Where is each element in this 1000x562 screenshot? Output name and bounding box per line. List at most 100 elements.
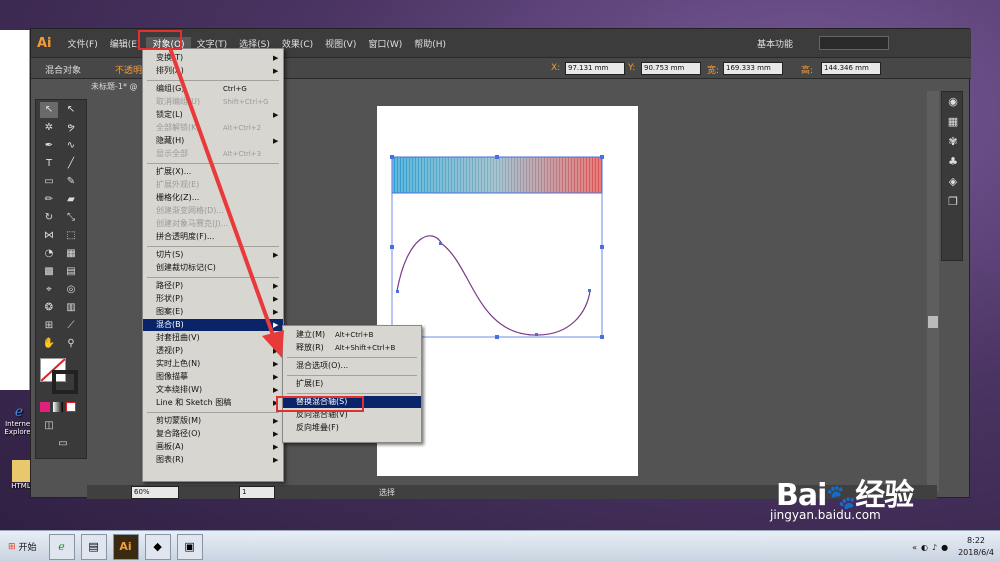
eyedropper-tool-icon[interactable]: ⌖ (40, 282, 58, 298)
spine-path[interactable] (396, 235, 591, 336)
swatches-panel-icon[interactable]: ▦ (942, 112, 964, 132)
scale-tool-icon[interactable]: ⤡ (62, 210, 80, 226)
submenu-arrow-icon: ▶ (273, 386, 279, 394)
screen-mode-icon[interactable]: ▭ (54, 436, 72, 452)
curvature-tool-icon[interactable]: ∿ (62, 138, 80, 154)
menu-item[interactable]: 扩展(E) (283, 378, 421, 390)
menu-view[interactable]: 视图(V) (319, 37, 362, 50)
menu-item[interactable]: 建立(M) Alt+Ctrl+B (283, 329, 421, 341)
zoom-field[interactable]: 60% (131, 486, 179, 499)
menu-item[interactable]: 剪切蒙版(M) ▶ (143, 415, 283, 427)
blend-tool-icon[interactable]: ◎ (62, 282, 80, 298)
submenu-arrow-icon: ▶ (273, 430, 279, 438)
width-tool-icon[interactable]: ⋈ (40, 228, 58, 244)
type-tool-icon[interactable]: T (40, 156, 58, 172)
menu-item[interactable]: 释放(R) Alt+Shift+Ctrl+B (283, 342, 421, 354)
menu-window[interactable]: 窗口(W) (362, 37, 408, 50)
menu-item-label: 图像描摹 (156, 372, 188, 381)
menu-separator (147, 412, 279, 413)
menu-item[interactable]: Line 和 Sketch 图稿 ▶ (143, 397, 283, 409)
brushes-panel-icon[interactable]: ✾ (942, 132, 964, 152)
menu-item-label: 画板(A) (156, 442, 184, 451)
menu-item-shortcut: Alt+Shift+Ctrl+B (335, 344, 396, 352)
graph-tool-icon[interactable]: ▥ (62, 300, 80, 316)
toolbox: ↖ ↖ ✲ ຯ ✒ ∿ T ╱ ▭ ✎ ✏ ▰ ↻ ⤡ ⋈ ⬚ ◔ ▦ ▩ ▤ … (35, 99, 87, 459)
taskbar: ⊞ 开始 ℯ ▤ Ai ◆ ▣ « ◐ ♪ ● 8:22 2018/6/4 (0, 530, 1000, 562)
vertical-scrollbar[interactable] (927, 91, 939, 491)
pencil-tool-icon[interactable]: ✏ (40, 192, 58, 208)
tray-security-icon[interactable]: ● (941, 543, 948, 552)
gradient-tool-icon[interactable]: ▤ (62, 264, 80, 280)
menu-item-label: 文本绕排(W) (156, 385, 203, 394)
menu-item[interactable]: 画板(A) ▶ (143, 441, 283, 453)
y-field[interactable]: 90.753 mm (641, 62, 701, 75)
submenu-arrow-icon: ▶ (273, 456, 279, 464)
paw-icon: 🐾 (826, 483, 856, 511)
menu-item-label: 剪切蒙版(M) (156, 416, 202, 425)
taskbar-explorer-icon[interactable]: ▤ (80, 533, 107, 560)
blend-submenu: 建立(M) Alt+Ctrl+B 释放(R) Alt+Shift+Ctrl+B 混合选项… (282, 325, 422, 443)
folder-icon (12, 460, 30, 482)
watermark-url: jingyan.baidu.com (770, 508, 881, 522)
layers-panel-icon[interactable]: ◈ (942, 172, 964, 192)
symbol-sprayer-tool-icon[interactable]: ❂ (40, 300, 58, 316)
zoom-tool-icon[interactable]: ⚲ (62, 336, 80, 352)
start-button[interactable]: ⊞ 开始 (2, 535, 43, 559)
search-input[interactable] (819, 36, 889, 50)
perspective-tool-icon[interactable]: ▦ (62, 246, 80, 262)
eraser-tool-icon[interactable]: ▰ (62, 192, 80, 208)
y-label: Y: (628, 63, 636, 73)
menu-item[interactable]: 图像描摹 ▶ (143, 371, 283, 383)
shape-builder-tool-icon[interactable]: ◔ (40, 246, 58, 262)
mesh-tool-icon[interactable]: ▩ (40, 264, 58, 280)
lasso-tool-icon[interactable]: ຯ (62, 120, 80, 136)
color-mode-swatches[interactable] (40, 402, 84, 412)
menu-item[interactable]: 混合选项(O)... (283, 360, 421, 372)
tray-network-icon[interactable]: ◐ (921, 543, 928, 552)
color-panel-icon[interactable]: ◉ (942, 92, 964, 112)
w-field[interactable]: 169.333 mm (723, 62, 783, 75)
taskbar-illustrator-button[interactable]: Ai (112, 533, 139, 560)
artboards-panel-icon[interactable]: ❐ (942, 192, 964, 212)
h-field[interactable]: 144.346 mm (821, 62, 881, 75)
direct-selection-tool-icon[interactable]: ↖ (62, 102, 80, 118)
menu-item-shortcut: Alt+Ctrl+B (335, 331, 374, 339)
rectangle-tool-icon[interactable]: ▭ (40, 174, 58, 190)
slice-tool-icon[interactable]: ⟋ (62, 318, 80, 334)
tray-expand-icon[interactable]: « (912, 543, 917, 552)
current-tool-label: 选择 (379, 488, 395, 497)
document-tab[interactable]: 未标题-1* @ (91, 81, 138, 92)
windows-logo-icon: ⊞ (8, 541, 16, 552)
selection-tool-icon[interactable]: ↖ (40, 102, 58, 118)
x-field[interactable]: 97.131 mm (565, 62, 625, 75)
clock[interactable]: 8:22 2018/6/4 (958, 535, 994, 559)
draw-mode-icon[interactable]: ◫ (40, 418, 58, 434)
taskbar-app-icon[interactable]: ◆ (144, 533, 171, 560)
h-label: 高: (801, 66, 814, 76)
stroke-swatch[interactable] (52, 370, 78, 394)
menu-item[interactable]: 反向堆叠(F) (283, 422, 421, 434)
menu-file[interactable]: 文件(F) (62, 37, 104, 50)
free-transform-tool-icon[interactable]: ⬚ (62, 228, 80, 244)
taskbar-ie-icon[interactable]: ℯ (48, 533, 75, 560)
menu-item[interactable]: 复合路径(O) ▶ (143, 428, 283, 440)
rotate-tool-icon[interactable]: ↻ (40, 210, 58, 226)
menu-item[interactable]: 图表(R) ▶ (143, 454, 283, 466)
paintbrush-tool-icon[interactable]: ✎ (62, 174, 80, 190)
symbols-panel-icon[interactable]: ♣ (942, 152, 964, 172)
hand-tool-icon[interactable]: ✋ (40, 336, 58, 352)
artboard-tool-icon[interactable]: ⊞ (40, 318, 58, 334)
taskbar-screenshot-icon[interactable]: ▣ (176, 533, 203, 560)
line-tool-icon[interactable]: ╱ (62, 156, 80, 172)
tray-volume-icon[interactable]: ♪ (932, 543, 937, 552)
magic-wand-tool-icon[interactable]: ✲ (40, 120, 58, 136)
workspace-switcher[interactable]: 基本功能 (751, 37, 799, 50)
menu-item[interactable]: 文本绕排(W) ▶ (143, 384, 283, 396)
ai-logo: Ai (37, 35, 52, 51)
menu-item-label: 图表(R) (156, 455, 184, 464)
menu-separator (287, 357, 417, 358)
menu-help[interactable]: 帮助(H) (408, 37, 452, 50)
artboard-page-field[interactable]: 1 (239, 486, 275, 499)
pen-tool-icon[interactable]: ✒ (40, 138, 58, 154)
submenu-arrow-icon: ▶ (273, 417, 279, 425)
